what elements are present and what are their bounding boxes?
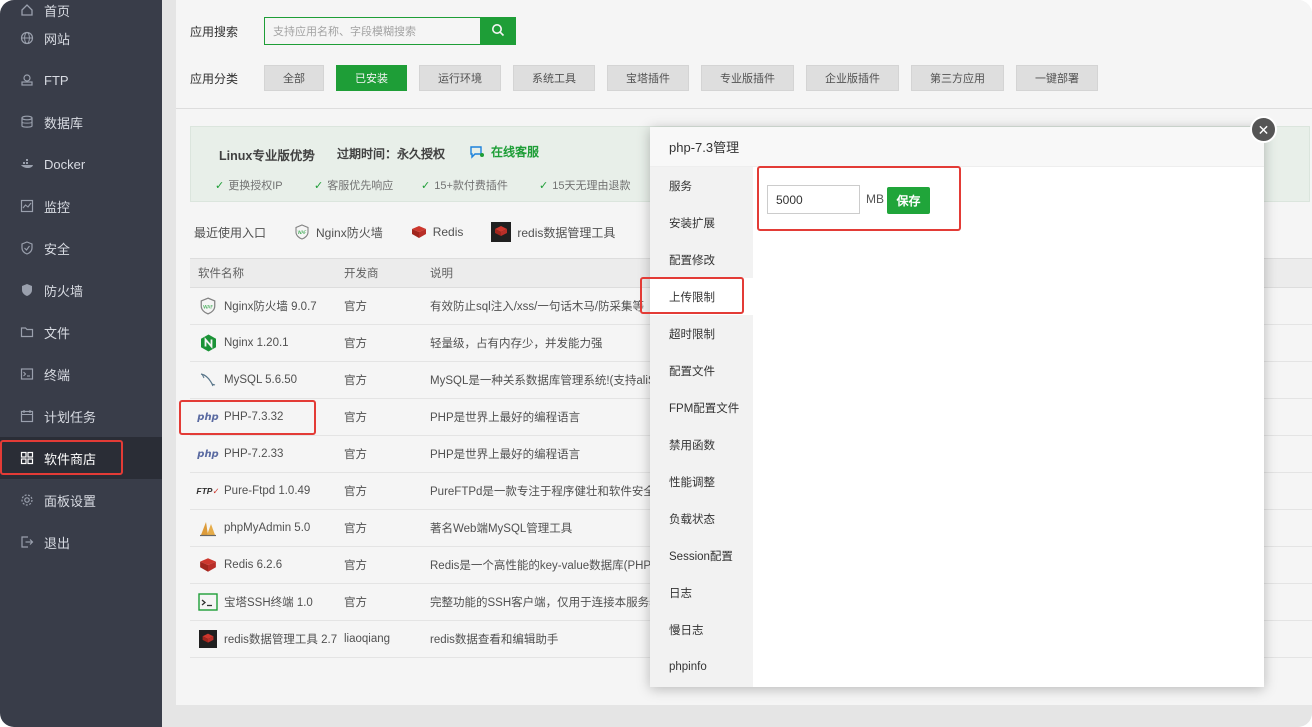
highlight-app-store: [0, 440, 123, 475]
sidebar-item-label: 面板设置: [44, 493, 97, 509]
nav-install-extensions[interactable]: 安装扩展: [650, 204, 753, 241]
firewall-icon: [20, 283, 34, 297]
sidebar-item-cron[interactable]: 计划任务: [0, 395, 162, 437]
sidebar-item-label: 终端: [44, 367, 71, 383]
sidebar-item-firewall[interactable]: 防火墙: [0, 269, 162, 311]
nav-fpm-config-file[interactable]: FPM配置文件: [650, 389, 753, 426]
sidebar: 首页 网站 FTP 数据库 Docker 监控 安全 防火墙 文件 终端 计划任…: [0, 0, 162, 727]
database-icon: [20, 115, 34, 129]
nav-load-status[interactable]: 负载状态: [650, 500, 753, 537]
calendar-icon: [20, 409, 34, 423]
terminal-icon: [20, 367, 34, 381]
close-icon: ✕: [1257, 121, 1270, 138]
nav-config-edit[interactable]: 配置修改: [650, 241, 753, 278]
sidebar-item-label: 文件: [44, 325, 71, 341]
sidebar-item-ftp[interactable]: FTP: [0, 59, 162, 101]
nav-phpinfo[interactable]: phpinfo: [650, 648, 753, 685]
sidebar-item-label: 计划任务: [44, 409, 97, 425]
nav-service[interactable]: 服务: [650, 167, 753, 204]
sidebar-item-files[interactable]: 文件: [0, 311, 162, 353]
sidebar-item-terminal[interactable]: 终端: [0, 353, 162, 395]
dialog-nav: 服务 安装扩展 配置修改 上传限制 超时限制 配置文件 FPM配置文件 禁用函数…: [650, 167, 753, 687]
sidebar-item-logout[interactable]: 退出: [0, 521, 162, 563]
logout-icon: [20, 535, 34, 549]
sidebar-item-label: FTP: [44, 72, 69, 88]
nav-slow-log[interactable]: 慢日志: [650, 611, 753, 648]
sidebar-item-docker[interactable]: Docker: [0, 143, 162, 185]
highlight-php-row: [179, 400, 316, 435]
shield-icon: [20, 241, 34, 255]
nav-disabled-functions[interactable]: 禁用函数: [650, 426, 753, 463]
sidebar-item-label: 防火墙: [44, 283, 84, 299]
home-icon: [20, 3, 34, 17]
app-frame: 首页 网站 FTP 数据库 Docker 监控 安全 防火墙 文件 终端 计划任…: [0, 0, 1312, 727]
highlight-upload-limit-nav: [640, 277, 744, 314]
sidebar-item-label: 数据库: [44, 115, 84, 131]
sidebar-item-label: Docker: [44, 156, 86, 172]
dialog-close-button[interactable]: ✕: [1250, 116, 1277, 143]
nav-timeout-limit[interactable]: 超时限制: [650, 315, 753, 352]
sidebar-item-label: 监控: [44, 199, 71, 215]
nav-log[interactable]: 日志: [650, 574, 753, 611]
docker-icon: [20, 157, 34, 171]
sidebar-item-panel-settings[interactable]: 面板设置: [0, 479, 162, 521]
dialog-title: php-7.3管理: [650, 127, 1264, 167]
sidebar-item-label: 网站: [44, 31, 71, 47]
sidebar-item-website[interactable]: 网站: [0, 17, 162, 59]
nav-config-file[interactable]: 配置文件: [650, 352, 753, 389]
globe-icon: [20, 31, 34, 45]
sidebar-item-database[interactable]: 数据库: [0, 101, 162, 143]
sidebar-item-label: 安全: [44, 241, 71, 257]
highlight-upload-limit-form: [757, 166, 961, 231]
ftp-icon: [20, 73, 34, 87]
sidebar-item-security[interactable]: 安全: [0, 227, 162, 269]
nav-session-config[interactable]: Session配置: [650, 537, 753, 574]
monitor-icon: [20, 199, 34, 213]
sidebar-item-monitor[interactable]: 监控: [0, 185, 162, 227]
sidebar-item-label: 退出: [44, 535, 71, 551]
folder-icon: [20, 325, 34, 339]
dialog-body: 5000 MB 保存: [753, 167, 1264, 687]
gear-icon: [20, 493, 34, 507]
nav-performance-tuning[interactable]: 性能调整: [650, 463, 753, 500]
